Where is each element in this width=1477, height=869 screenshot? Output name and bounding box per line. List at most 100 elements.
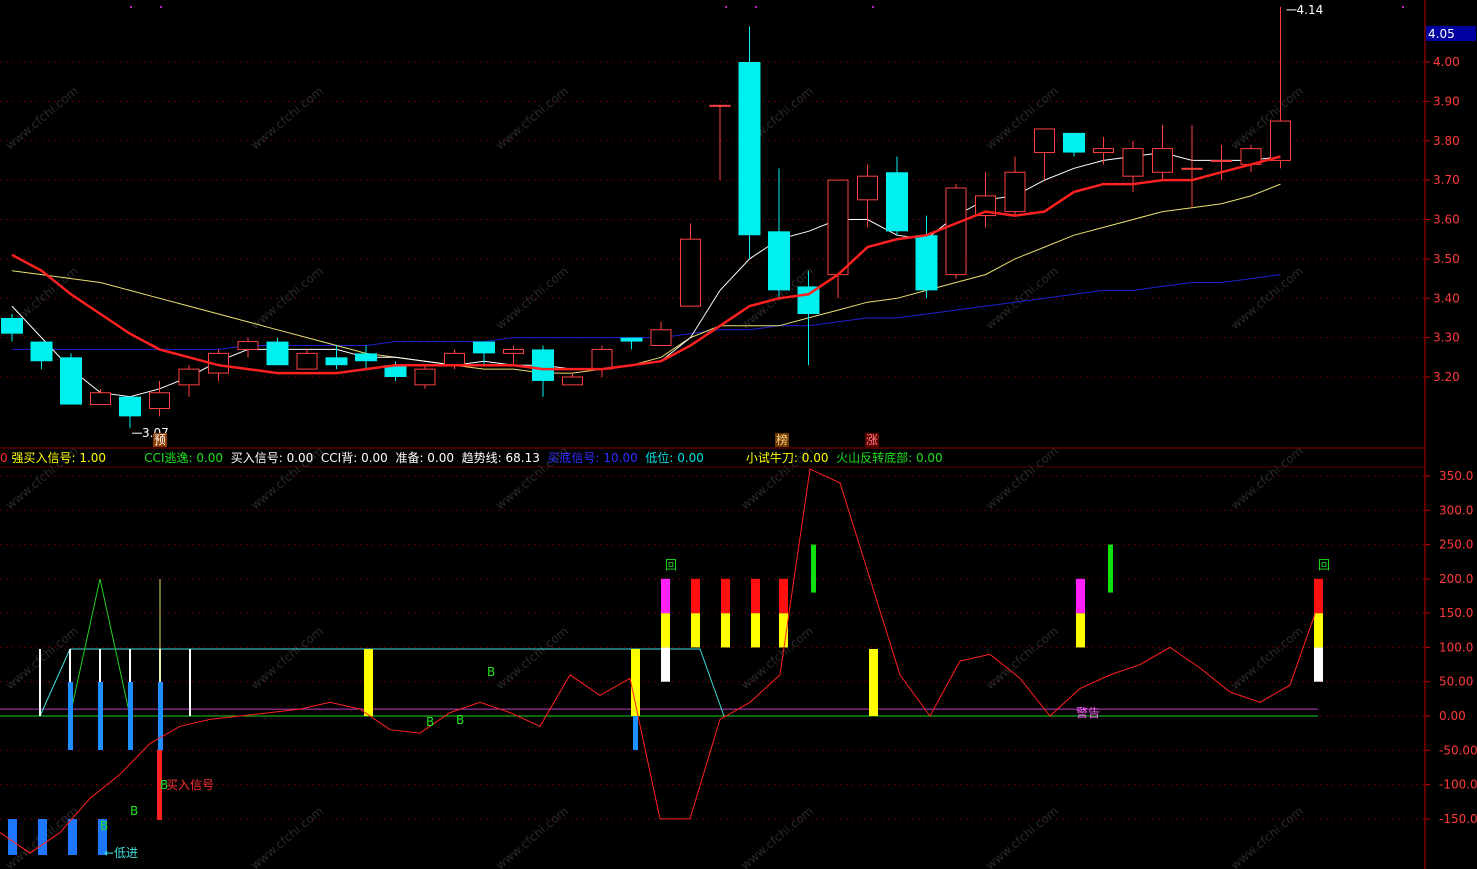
b-marker: B bbox=[130, 804, 138, 818]
indicator-legend-item: 低位: 0.00 bbox=[637, 451, 704, 465]
candle-body-up bbox=[503, 348, 524, 354]
stacked-bar bbox=[691, 578, 700, 614]
blue-bar bbox=[98, 682, 103, 750]
stacked-bar bbox=[1076, 613, 1085, 648]
watermark-text: www.cfchi.com bbox=[1228, 264, 1306, 333]
stacked-bar bbox=[661, 647, 670, 682]
candle-body-up bbox=[1181, 167, 1203, 170]
candle-body-down bbox=[119, 396, 141, 417]
candle-body-down bbox=[60, 357, 82, 405]
watermark-text: www.cfchi.com bbox=[983, 804, 1061, 869]
candle bbox=[30, 341, 53, 370]
indicator-legend-item: 小试牛刀: 0.00 bbox=[703, 451, 829, 465]
candle-body-down bbox=[1, 317, 23, 334]
watermark-text: www.cfchi.com bbox=[3, 84, 81, 153]
indicator-tick-label: 300.0 bbox=[1439, 503, 1473, 517]
price-tick-label: 4.00 bbox=[1433, 55, 1460, 69]
warning-label: 警告 bbox=[1076, 705, 1100, 720]
price-panel[interactable] bbox=[1, 6, 1291, 429]
candle-body-down bbox=[325, 357, 348, 366]
indicator-tick-label: 50.00 bbox=[1439, 675, 1473, 689]
low-entry-bar bbox=[38, 819, 47, 855]
b-marker: B bbox=[456, 713, 464, 727]
price-tick-label: 3.20 bbox=[1433, 370, 1460, 384]
candle-body-down bbox=[266, 341, 289, 366]
blue-bar bbox=[128, 682, 133, 750]
indicator-legend-item: 火山反转底部: 0.00 bbox=[828, 451, 943, 465]
candle-body-up bbox=[237, 341, 259, 350]
stacked-bar bbox=[691, 613, 700, 648]
watermark-text: www.cfchi.com bbox=[248, 624, 326, 693]
candle-body-down bbox=[915, 235, 938, 291]
stacked-bar bbox=[721, 578, 730, 614]
candle-body-down bbox=[620, 337, 643, 342]
stacked-bar bbox=[1314, 647, 1323, 682]
candle bbox=[768, 168, 790, 299]
grid-lines bbox=[0, 0, 1426, 869]
hui-marker: 回 bbox=[665, 558, 677, 572]
ma-red-line bbox=[11, 155, 1281, 375]
candle-body-up bbox=[1152, 148, 1173, 173]
candle bbox=[857, 164, 878, 228]
candle bbox=[1181, 125, 1203, 208]
stacked-bar bbox=[1314, 578, 1323, 614]
zhang-marker: 涨 bbox=[866, 432, 878, 447]
current-price-label: 4.05 bbox=[1428, 27, 1455, 41]
watermark-text: www.cfchi.com bbox=[493, 804, 571, 869]
candle bbox=[178, 365, 200, 397]
candle-body-up bbox=[1034, 128, 1055, 154]
candle bbox=[355, 345, 377, 370]
candle bbox=[266, 337, 289, 366]
candle-body-down bbox=[30, 341, 53, 362]
candle-body-down bbox=[738, 62, 761, 236]
candle bbox=[650, 321, 672, 346]
blue-bar bbox=[158, 682, 163, 750]
low-entry-label: ←低进 bbox=[104, 846, 138, 860]
top-dot bbox=[755, 6, 757, 8]
price-axis: 4.00 3.90 3.80 3.70 3.60 3.50 3.40 3.30 3.20 350.… bbox=[1425, 26, 1477, 826]
candle-body-down bbox=[1063, 132, 1085, 153]
indicator-legend-item: 0 bbox=[0, 451, 8, 465]
candle-body-up bbox=[178, 368, 200, 386]
indicator-legend-item: 趋势线: 68.13 bbox=[454, 451, 540, 465]
candle bbox=[620, 337, 643, 350]
price-tick-label: 3.60 bbox=[1433, 213, 1460, 227]
indicator-legend-item: 买入信号: 0.00 bbox=[223, 451, 314, 465]
price-tick-label: 3.70 bbox=[1433, 173, 1460, 187]
indicator-tick-label: -50.00 bbox=[1439, 743, 1477, 757]
stacked-bar bbox=[1314, 613, 1323, 648]
candle-body-up bbox=[709, 104, 731, 107]
low-entry-bar bbox=[8, 819, 17, 855]
candle bbox=[591, 345, 613, 377]
candle-body-down bbox=[886, 172, 908, 232]
candle-body-down bbox=[768, 231, 790, 291]
watermark-text: www.cfchi.com bbox=[983, 444, 1061, 513]
indicator-tick-label: 0.00 bbox=[1439, 709, 1466, 723]
candle-body-up bbox=[827, 179, 849, 276]
candle bbox=[915, 215, 938, 299]
stacked-bar bbox=[751, 578, 760, 614]
candle bbox=[1034, 128, 1055, 181]
watermark-text: www.cfchi.com bbox=[1228, 444, 1306, 513]
candle-body-up bbox=[1211, 159, 1232, 162]
top-dot bbox=[725, 6, 727, 8]
stacked-bar bbox=[1076, 578, 1085, 614]
candle bbox=[1063, 132, 1085, 157]
indicator-legend-item: 买底信号: 10.00 bbox=[539, 451, 638, 465]
yu-marker: 预 bbox=[154, 433, 166, 447]
candle-body-up bbox=[414, 368, 436, 386]
green-bar bbox=[811, 544, 816, 593]
high-price-label: 4.14 bbox=[1297, 3, 1324, 17]
watermark-text: www.cfchi.com bbox=[1228, 804, 1306, 869]
stock-chart[interactable]: www.cfchi.com www.cfchi.com www.cfchi.com w… bbox=[0, 0, 1477, 869]
indicator-panel[interactable] bbox=[0, 468, 1323, 855]
buy-signal-label: 买入信号 bbox=[166, 778, 214, 792]
candle bbox=[886, 156, 908, 236]
price-tick-label: 3.90 bbox=[1433, 94, 1460, 108]
candle bbox=[503, 345, 524, 366]
candle bbox=[473, 341, 495, 366]
candle-body-down bbox=[532, 349, 554, 381]
candle bbox=[709, 104, 731, 181]
candle bbox=[60, 353, 82, 405]
candle bbox=[532, 345, 554, 397]
